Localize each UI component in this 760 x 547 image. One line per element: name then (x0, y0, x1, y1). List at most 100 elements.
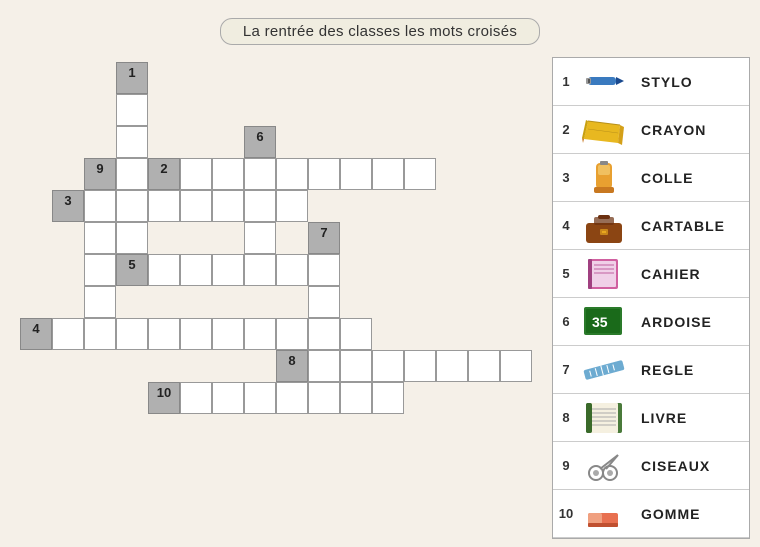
crossword-cell[interactable] (340, 350, 372, 382)
word-number: 7 (553, 362, 575, 377)
cahier-icon (575, 252, 633, 296)
word-label: REGLE (633, 362, 694, 378)
word-number: 6 (553, 314, 575, 329)
crossword-cell[interactable]: 2 (148, 158, 180, 190)
crossword-cell[interactable] (116, 318, 148, 350)
word-number: 10 (553, 506, 575, 521)
crossword-cell[interactable] (276, 190, 308, 222)
crossword-cell[interactable] (308, 350, 340, 382)
crossword-cell[interactable] (308, 158, 340, 190)
crossword-cell[interactable]: 3 (52, 190, 84, 222)
crossword-cell[interactable] (180, 158, 212, 190)
crayon-icon (575, 108, 633, 152)
crossword-cell[interactable]: 6 (244, 126, 276, 158)
crossword-cell[interactable] (116, 190, 148, 222)
crossword-cell[interactable] (436, 350, 468, 382)
word-number: 9 (553, 458, 575, 473)
crossword-cell[interactable] (244, 222, 276, 254)
regle-icon (575, 348, 633, 392)
crossword-cell[interactable] (244, 190, 276, 222)
word-label: CISEAUX (633, 458, 710, 474)
crossword-cell[interactable] (180, 318, 212, 350)
word-label: COLLE (633, 170, 693, 186)
page-title: La rentrée des classes les mots croisés (220, 18, 540, 45)
crossword-cell[interactable] (148, 190, 180, 222)
crossword-cell[interactable]: 8 (276, 350, 308, 382)
crossword-cell[interactable] (148, 318, 180, 350)
crossword-cell[interactable] (84, 318, 116, 350)
word-number: 5 (553, 266, 575, 281)
crossword-cell[interactable] (84, 222, 116, 254)
crossword-cell[interactable] (308, 382, 340, 414)
word-list-item: 8LIVRE (553, 394, 749, 442)
crossword-cell[interactable] (372, 382, 404, 414)
crossword-cell[interactable] (52, 318, 84, 350)
crossword-cell[interactable]: 1 (116, 62, 148, 94)
crossword-cell[interactable] (244, 382, 276, 414)
word-list-item: 2CRAYON (553, 106, 749, 154)
word-list: 1 STYLO 2CRAYON 3 COLLE 4CARTABLE 5 CAHIER 6 35 AR… (552, 57, 750, 539)
crossword-cell[interactable] (148, 254, 180, 286)
word-number: 8 (553, 410, 575, 425)
crossword-cell[interactable] (244, 158, 276, 190)
crossword-cell[interactable] (244, 318, 276, 350)
word-number: 3 (553, 170, 575, 185)
crossword-cell[interactable] (180, 190, 212, 222)
crossword-cell[interactable] (308, 318, 340, 350)
crossword-cell[interactable] (212, 190, 244, 222)
crossword-cell[interactable] (84, 286, 116, 318)
crossword-cell[interactable] (212, 382, 244, 414)
word-label: CRAYON (633, 122, 706, 138)
word-label: ARDOISE (633, 314, 712, 330)
crossword-cell[interactable] (276, 254, 308, 286)
crossword-area: 1 6 9 7 2 35 4 8 10 (10, 57, 542, 539)
crossword-cell[interactable] (116, 158, 148, 190)
crossword-cell[interactable]: 9 (84, 158, 116, 190)
word-list-item: 4CARTABLE (553, 202, 749, 250)
word-list-item: 5 CAHIER (553, 250, 749, 298)
crossword-cell[interactable] (308, 254, 340, 286)
livre-icon (575, 396, 633, 440)
word-label: CAHIER (633, 266, 701, 282)
crossword-cell[interactable] (404, 158, 436, 190)
crossword-cell[interactable] (116, 94, 148, 126)
word-list-item: 10 GOMME (553, 490, 749, 538)
crossword-cell[interactable] (372, 158, 404, 190)
word-label: GOMME (633, 506, 700, 522)
crossword-cell[interactable] (244, 254, 276, 286)
crossword-cell[interactable] (340, 318, 372, 350)
crossword-cell[interactable] (340, 382, 372, 414)
word-list-item: 7 REGLE (553, 346, 749, 394)
crossword-cell[interactable] (372, 350, 404, 382)
crossword-cell[interactable] (276, 318, 308, 350)
crossword-cell[interactable] (212, 254, 244, 286)
svg-text:35: 35 (592, 314, 608, 330)
crossword-cell[interactable]: 4 (20, 318, 52, 350)
crossword-cell[interactable] (404, 350, 436, 382)
cartable-icon (575, 204, 633, 248)
word-list-item: 6 35 ARDOISE (553, 298, 749, 346)
word-number: 1 (553, 74, 575, 89)
crossword-cell[interactable] (212, 318, 244, 350)
crossword-cell[interactable] (500, 350, 532, 382)
crossword-cell[interactable] (212, 158, 244, 190)
crossword-cell[interactable] (180, 254, 212, 286)
crossword-cell[interactable] (84, 254, 116, 286)
crossword-cell[interactable] (116, 126, 148, 158)
word-label: STYLO (633, 74, 693, 90)
crossword-cell[interactable] (116, 222, 148, 254)
word-list-item: 3 COLLE (553, 154, 749, 202)
crossword-cell[interactable] (276, 158, 308, 190)
crossword-cell[interactable] (84, 190, 116, 222)
crossword-cell[interactable] (276, 382, 308, 414)
crossword-cell[interactable] (468, 350, 500, 382)
ardoise-icon: 35 (575, 300, 633, 344)
crossword-cell[interactable] (340, 158, 372, 190)
word-label: CARTABLE (633, 218, 725, 234)
word-list-item: 9 CISEAUX (553, 442, 749, 490)
crossword-cell[interactable] (308, 286, 340, 318)
crossword-cell[interactable]: 10 (148, 382, 180, 414)
crossword-cell[interactable]: 7 (308, 222, 340, 254)
crossword-cell[interactable]: 5 (116, 254, 148, 286)
crossword-cell[interactable] (180, 382, 212, 414)
